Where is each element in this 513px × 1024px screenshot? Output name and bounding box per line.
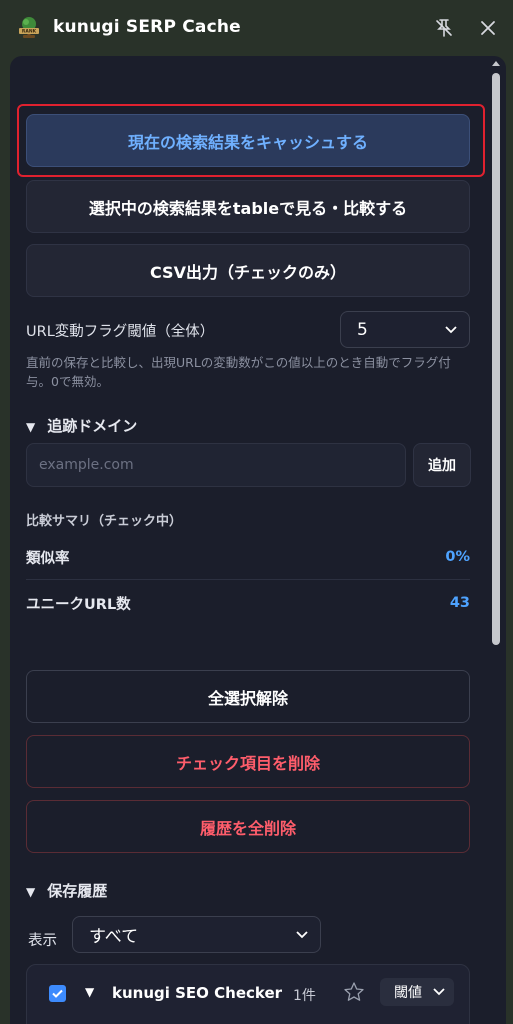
history-filter-select[interactable]: すべて xyxy=(72,916,321,953)
chevron-down-icon xyxy=(296,930,308,938)
url-flag-help-text: 直前の保存と比較し、出現URLの変動数がこの値以上のとき自動でフラグ付与。0で無… xyxy=(26,355,451,389)
delete-all-history-button[interactable]: 履歴を全削除 xyxy=(26,800,470,853)
star-outline-icon[interactable] xyxy=(343,981,365,1003)
group-expand-icon[interactable]: ▼ xyxy=(85,985,94,999)
summary-label: 類似率 xyxy=(26,550,70,567)
group-checkbox[interactable] xyxy=(49,985,66,1002)
window-title: kunugi SERP Cache xyxy=(53,17,241,37)
delete-checked-button[interactable]: チェック項目を削除 xyxy=(26,735,470,788)
history-filter-label: 表示 xyxy=(28,933,57,949)
csv-export-button[interactable]: CSV出力（チェックのみ） xyxy=(26,244,470,297)
group-threshold-select[interactable]: 閾値 xyxy=(380,978,454,1006)
url-flag-threshold-value: 5 xyxy=(357,319,368,340)
group-title: kunugi SEO Checker xyxy=(112,984,283,1002)
close-icon[interactable] xyxy=(477,17,499,39)
chevron-down-icon xyxy=(445,325,457,333)
checkmark-icon xyxy=(52,989,63,998)
summary-value: 0% xyxy=(445,549,470,565)
group-count: 1件 xyxy=(293,988,316,1004)
summary-label: ユニークURL数 xyxy=(26,596,131,613)
svg-text:RANK: RANK xyxy=(22,29,37,35)
cache-current-results-button[interactable]: 現在の検索結果をキャッシュする xyxy=(26,114,470,167)
scroll-up-icon[interactable] xyxy=(490,58,502,68)
group-threshold-label: 閾値 xyxy=(394,985,422,1001)
main-panel: 現在の検索結果をキャッシュする 選択中の検索結果をtableで見る・比較する C… xyxy=(10,56,506,1024)
view-compare-table-button[interactable]: 選択中の検索結果をtableで見る・比較する xyxy=(26,180,470,233)
title-bar: RANK kunugi SERP Cache xyxy=(0,0,513,56)
history-header: 保存履歴 xyxy=(47,882,108,900)
summary-value: 43 xyxy=(449,595,470,611)
history-filter-value: すべて xyxy=(89,927,139,947)
summary-row-similarity: 類似率 0% xyxy=(26,534,470,580)
scroll-thumb[interactable] xyxy=(492,73,500,645)
collapse-triangle-icon: ▼ xyxy=(26,885,36,899)
tracked-domains-toggle[interactable]: ▼ 追跡ドメイン xyxy=(26,415,137,436)
domain-input[interactable] xyxy=(26,443,406,487)
collapse-triangle-icon: ▼ xyxy=(26,420,36,434)
add-domain-button[interactable]: 追加 xyxy=(413,443,471,487)
deselect-all-button[interactable]: 全選択解除 xyxy=(26,670,470,723)
history-toggle[interactable]: ▼ 保存履歴 xyxy=(26,880,107,901)
summary-header: 比較サマリ（チェック中） xyxy=(26,514,183,529)
chevron-down-icon xyxy=(433,988,445,996)
url-flag-threshold-label: URL変動フラグ閾値（全体） xyxy=(26,324,215,340)
url-flag-threshold-select[interactable]: 5 xyxy=(340,311,470,348)
tracked-domains-header: 追跡ドメイン xyxy=(47,417,138,435)
summary-row-unique-urls: ユニークURL数 43 xyxy=(26,580,470,626)
app-logo-icon: RANK xyxy=(19,17,39,38)
history-group-card: ▼ kunugi SEO Checker 1件 閾値 xyxy=(26,964,470,1024)
scrollbar[interactable] xyxy=(489,56,503,1024)
unpin-icon[interactable] xyxy=(433,17,455,39)
